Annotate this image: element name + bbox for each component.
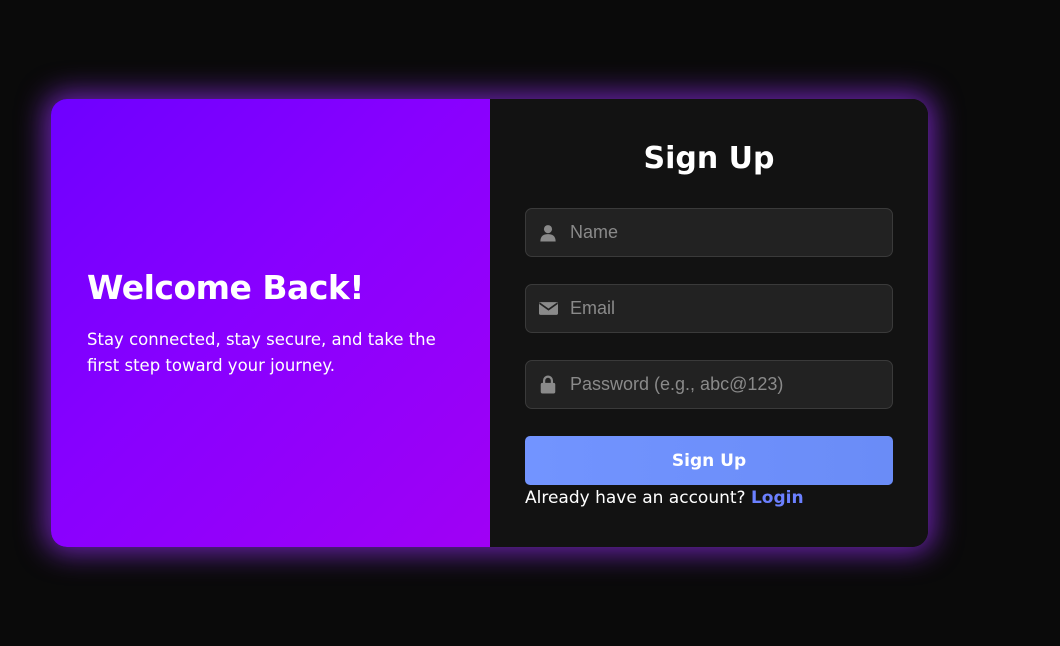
envelope-icon [538,299,558,319]
sign-up-button[interactable]: Sign Up [525,436,893,485]
login-prompt-text: Already have an account? [525,488,746,508]
form-title: Sign Up [643,141,775,176]
email-field[interactable] [525,284,893,333]
login-link[interactable]: Login [751,488,804,508]
login-prompt-row: Already have an account? Login [525,488,804,508]
email-input[interactable] [570,285,892,332]
password-field[interactable] [525,360,893,409]
welcome-text: Stay connected, stay secure, and take th… [87,329,436,375]
name-input[interactable] [570,209,892,256]
welcome-panel: Welcome Back! Stay connected, stay secur… [51,99,490,547]
welcome-title: Welcome Back! [87,267,364,307]
name-field[interactable] [525,208,893,257]
password-input[interactable] [570,361,892,408]
signup-card: Welcome Back! Stay connected, stay secur… [51,99,928,547]
user-icon [538,223,558,243]
signup-form-panel: Sign Up Name Email Sign Up Already have … [490,99,928,547]
lock-icon [538,375,558,395]
